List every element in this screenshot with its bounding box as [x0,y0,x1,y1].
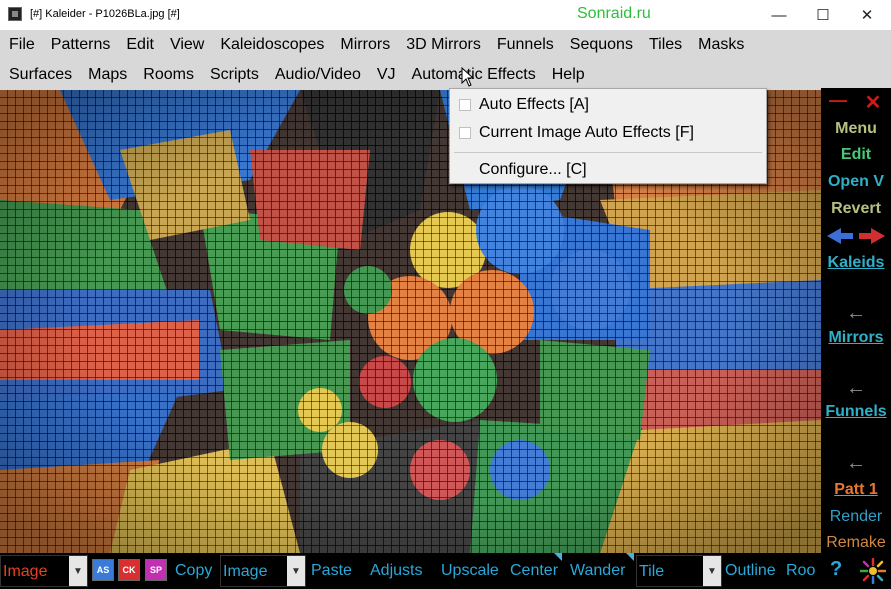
current-image-auto-effects-checkbox[interactable] [459,127,471,139]
auto-effects-checkbox[interactable] [459,99,471,111]
menu-button[interactable]: Menu [821,120,891,138]
edit-button[interactable]: Edit [821,146,891,164]
menu-surfaces[interactable]: Surfaces [0,60,80,90]
upscale-button[interactable]: Upscale [441,562,499,580]
menu-masks[interactable]: Masks [690,30,752,60]
dd-auto-effects-label: Auto Effects [A] [479,96,589,113]
panel-minimize-icon[interactable]: — [827,90,849,111]
image-combo-1-arrow-icon[interactable]: ▼ [69,556,87,586]
prev-next-arrows-icon[interactable] [825,226,887,246]
menu-edit[interactable]: Edit [118,30,162,60]
menu-sequons[interactable]: Sequons [562,30,641,60]
menu-funnels[interactable]: Funnels [489,30,562,60]
close-button[interactable]: ✕ [845,0,889,30]
image-combo-2-value: Image [223,563,268,580]
dd-current-image-auto-effects-label: Current Image Auto Effects [F] [479,124,694,141]
watermark: Sonraid.ru [577,5,651,22]
automatic-effects-dropdown: Auto Effects [A] Current Image Auto Effe… [449,88,767,184]
mirrors-arrow-icon[interactable]: ← [821,302,891,325]
render-button[interactable]: Render [821,508,891,526]
dd-current-image-auto-effects[interactable]: Current Image Auto Effects [F] [450,119,766,147]
menu-file[interactable]: File [0,30,43,60]
center-button[interactable]: Center [510,562,558,580]
title-bar: [#] Kaleider - P1026BLa.jpg [#] Sonraid.… [0,0,891,30]
mouse-cursor-icon [461,67,475,87]
menu-maps[interactable]: Maps [80,60,135,90]
copy-button[interactable]: Copy [175,562,212,580]
panel-close-icon[interactable]: ✕ [861,90,885,115]
settings-sparkle-icon[interactable] [860,558,886,584]
app-icon[interactable] [8,7,22,21]
menu-vj[interactable]: VJ [369,60,404,90]
tile-combo[interactable]: Tile ▼ [636,555,722,587]
as-button[interactable]: AS [92,559,114,581]
mirrors-button[interactable]: Mirrors [821,329,891,347]
bottom-toolbar: Image ▼ AS CK SP Copy Image ▼ Paste Adju… [0,553,891,589]
center-corner-marker-icon [554,553,562,561]
kaleids-button[interactable]: Kaleids [821,254,891,272]
image-combo-1[interactable]: Image ▼ [0,555,88,587]
menu-help[interactable]: Help [544,60,593,90]
menubar-primary: File Patterns Edit View Kaleidoscopes Mi… [0,30,891,60]
tile-combo-value: Tile [639,563,665,580]
maximize-button[interactable]: ☐ [801,0,845,30]
menu-audio-video[interactable]: Audio/Video [267,60,369,90]
adjusts-button[interactable]: Adjusts [370,562,422,580]
help-button[interactable]: ? [830,558,842,581]
wander-button[interactable]: Wander [570,562,625,580]
menu-scripts[interactable]: Scripts [202,60,267,90]
tile-combo-arrow-icon[interactable]: ▼ [703,556,721,586]
funnels-arrow-icon[interactable]: ← [821,377,891,400]
dd-configure-label: Configure... [C] [479,161,587,178]
funnels-button[interactable]: Funnels [821,403,891,421]
menu-3d-mirrors[interactable]: 3D Mirrors [398,30,489,60]
menu-view[interactable]: View [162,30,212,60]
image-combo-2-arrow-icon[interactable]: ▼ [287,556,305,586]
ck-button[interactable]: CK [118,559,140,581]
dd-auto-effects[interactable]: Auto Effects [A] [450,91,766,119]
side-panel: — ✕ Menu Edit Open V Revert Kaleids ← Mi… [821,88,891,553]
paste-button[interactable]: Paste [311,562,352,580]
sp-button[interactable]: SP [145,559,167,581]
menu-rooms[interactable]: Rooms [135,60,202,90]
revert-button[interactable]: Revert [821,200,891,218]
open-v-button[interactable]: Open V [821,173,891,191]
menu-patterns[interactable]: Patterns [43,30,119,60]
menubar-secondary: Surfaces Maps Rooms Scripts Audio/Video … [0,60,891,90]
remake-button[interactable]: Remake [821,534,891,552]
patt-arrow-icon[interactable]: ← [821,452,891,475]
menu-mirrors[interactable]: Mirrors [332,30,398,60]
outline-button[interactable]: Outline [725,562,776,580]
menu-tiles[interactable]: Tiles [641,30,690,60]
roo-button[interactable]: Roo [786,562,815,580]
window-title: [#] Kaleider - P1026BLa.jpg [#] [30,8,180,20]
menu-kaleidoscopes[interactable]: Kaleidoscopes [212,30,332,60]
wander-corner-marker-icon [626,553,634,561]
image-combo-1-value: Image [3,563,48,580]
minimize-button[interactable]: — [757,0,801,30]
dropdown-separator [454,152,762,153]
image-combo-2[interactable]: Image ▼ [220,555,306,587]
dd-configure[interactable]: Configure... [C] [450,156,766,184]
patt-button[interactable]: Patt 1 [821,481,891,499]
